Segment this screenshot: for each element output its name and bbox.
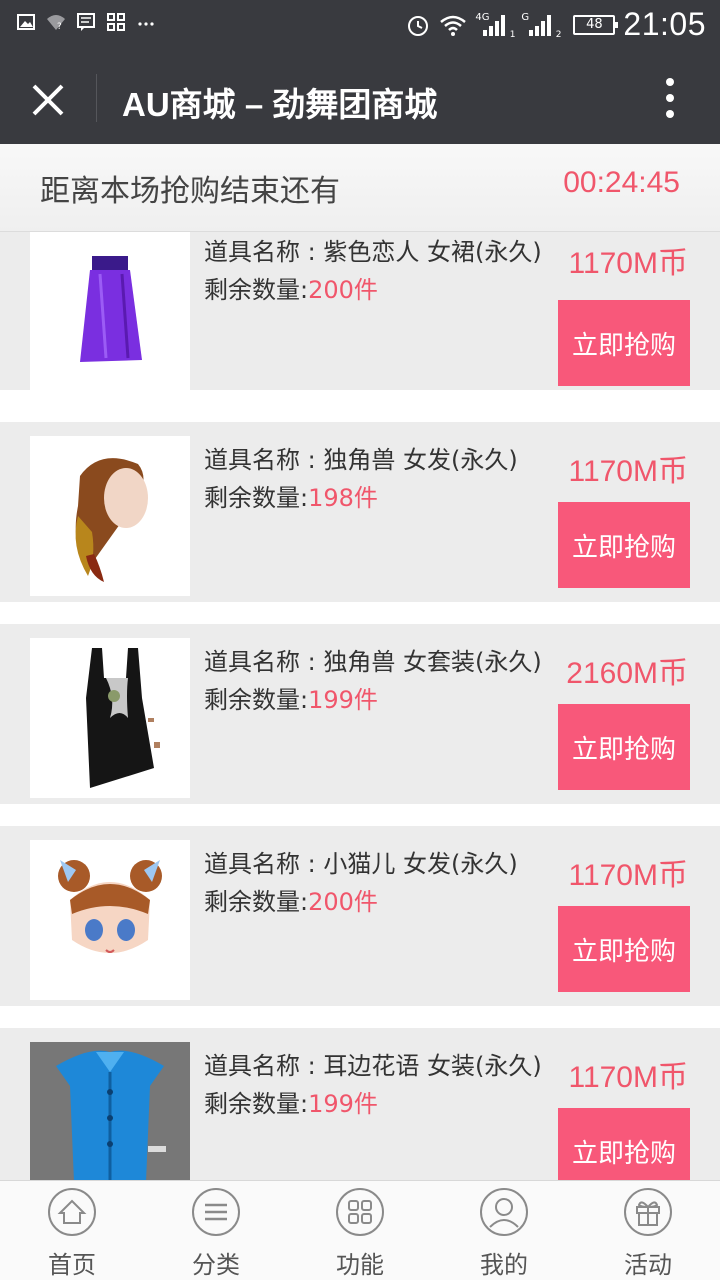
product-quantity: 剩余数量:200件: [204, 882, 378, 917]
sim-slot-1: 1: [509, 29, 516, 40]
product-price: 1170M币: [568, 247, 688, 280]
quantity-label: 剩余数量:: [204, 888, 309, 916]
product-list[interactable]: 道具名称 : 紫色恋人 女裙(永久) 1170M币 剩余数量:200件 立即抢购…: [0, 232, 720, 1180]
buy-now-button[interactable]: 立即抢购: [558, 502, 690, 588]
product-name: 道具名称 : 小猫儿 女发(永久): [204, 850, 518, 878]
apps-icon: [107, 13, 125, 31]
home-icon: [48, 1188, 96, 1236]
wifi-question-icon: ?: [47, 15, 65, 32]
brown-hair-image: [75, 458, 148, 582]
signal-1: 4G 1: [475, 12, 515, 40]
product-name: 道具名称 : 耳边花语 女装(永久): [204, 1052, 542, 1080]
product-quantity: 剩余数量:199件: [204, 1084, 378, 1119]
title-divider: [96, 74, 97, 122]
quantity-value: 198件: [308, 484, 378, 512]
product-quantity: 剩余数量:198件: [204, 478, 378, 513]
menu-icon: [192, 1188, 240, 1236]
clock: 21:05: [623, 6, 706, 42]
page-title: AU商城 – 劲舞团商城: [122, 86, 438, 123]
more-options-icon[interactable]: [658, 74, 682, 122]
product-image[interactable]: [30, 232, 190, 390]
nav-mine[interactable]: 我的: [432, 1181, 576, 1280]
product-item: 道具名称 : 独角兽 女套装(永久) 2160M币 剩余数量:199件 立即抢购: [0, 624, 720, 804]
nav-label: 我的: [480, 1251, 528, 1279]
product-quantity: 剩余数量:199件: [204, 680, 378, 715]
signal-2: G 2: [521, 12, 561, 40]
product-quantity: 剩余数量:200件: [204, 270, 378, 305]
buy-now-button[interactable]: 立即抢购: [558, 906, 690, 992]
alarm-icon: [408, 15, 429, 36]
blue-top-image: [30, 1042, 190, 1180]
product-item: 道具名称 : 耳边花语 女装(永久) 1170M币 剩余数量:199件 立即抢购: [0, 1028, 720, 1180]
quantity-label: 剩余数量:: [204, 686, 309, 714]
quantity-label: 剩余数量:: [204, 1090, 309, 1118]
status-right: 4G 1 G 2 48 21:05: [405, 6, 706, 43]
quantity-label: 剩余数量:: [204, 484, 309, 512]
image-icon: [17, 14, 35, 30]
nav-function[interactable]: 功能: [288, 1181, 432, 1280]
product-name: 道具名称 : 独角兽 女发(永久): [204, 446, 518, 474]
product-price: 1170M币: [568, 455, 688, 488]
signal-bars-icon: [483, 14, 506, 36]
quantity-value: 199件: [308, 686, 378, 714]
product-image[interactable]: [30, 638, 190, 798]
countdown-label: 距离本场抢购结束还有: [40, 174, 340, 209]
product-price: 1170M币: [568, 859, 688, 892]
countdown-timer: 00:24:45: [563, 166, 680, 199]
gift-icon: [624, 1188, 672, 1236]
grid-icon: [336, 1188, 384, 1236]
product-price: 2160M币: [566, 657, 688, 690]
sim-slot-2: 2: [555, 29, 562, 40]
nav-label: 分类: [192, 1251, 240, 1279]
black-dress-image: [86, 648, 160, 788]
status-left-icons: ?: [16, 12, 156, 32]
product-name: 道具名称 : 紫色恋人 女裙(永久): [204, 238, 542, 266]
product-item: 道具名称 : 独角兽 女发(永久) 1170M币 剩余数量:198件 立即抢购: [0, 422, 720, 602]
close-icon[interactable]: [22, 74, 74, 126]
nav-activity[interactable]: 活动: [576, 1181, 720, 1280]
quantity-value: 200件: [308, 276, 378, 304]
countdown-bar: 距离本场抢购结束还有 00:24:45: [0, 144, 720, 232]
battery-indicator: 48: [573, 14, 619, 35]
product-image[interactable]: [30, 436, 190, 596]
bottom-nav: 首页 分类 功能 我的 活动: [0, 1180, 720, 1280]
quantity-value: 200件: [308, 888, 378, 916]
title-bar: AU商城 – 劲舞团商城: [0, 52, 720, 144]
nav-label: 功能: [336, 1251, 384, 1279]
user-icon: [480, 1188, 528, 1236]
nav-label: 首页: [48, 1251, 96, 1279]
product-name: 道具名称 : 独角兽 女套装(永久): [204, 648, 542, 676]
cat-hair-image: [58, 860, 162, 953]
status-bar: ? 4G 1 G 2 48 21:05: [0, 0, 720, 52]
nav-home[interactable]: 首页: [0, 1181, 144, 1280]
message-icon: [77, 13, 95, 31]
quantity-value: 199件: [308, 1090, 378, 1118]
nav-label: 活动: [624, 1251, 672, 1279]
buy-now-button[interactable]: 立即抢购: [558, 704, 690, 790]
svg-text:?: ?: [57, 22, 62, 32]
wifi-icon: [440, 15, 467, 36]
signal-bars-icon: [529, 14, 552, 36]
more-dots-icon: [138, 22, 154, 26]
product-item: 道具名称 : 紫色恋人 女裙(永久) 1170M币 剩余数量:200件 立即抢购: [0, 232, 720, 390]
product-item: 道具名称 : 小猫儿 女发(永久) 1170M币 剩余数量:200件 立即抢购: [0, 826, 720, 1006]
buy-now-button[interactable]: 立即抢购: [558, 1108, 690, 1180]
buy-now-button[interactable]: 立即抢购: [558, 300, 690, 386]
product-image[interactable]: [30, 840, 190, 1000]
nav-category[interactable]: 分类: [144, 1181, 288, 1280]
quantity-label: 剩余数量:: [204, 276, 309, 304]
purple-skirt-image: [80, 256, 142, 362]
product-price: 1170M币: [568, 1061, 688, 1094]
product-image[interactable]: [30, 1042, 190, 1180]
